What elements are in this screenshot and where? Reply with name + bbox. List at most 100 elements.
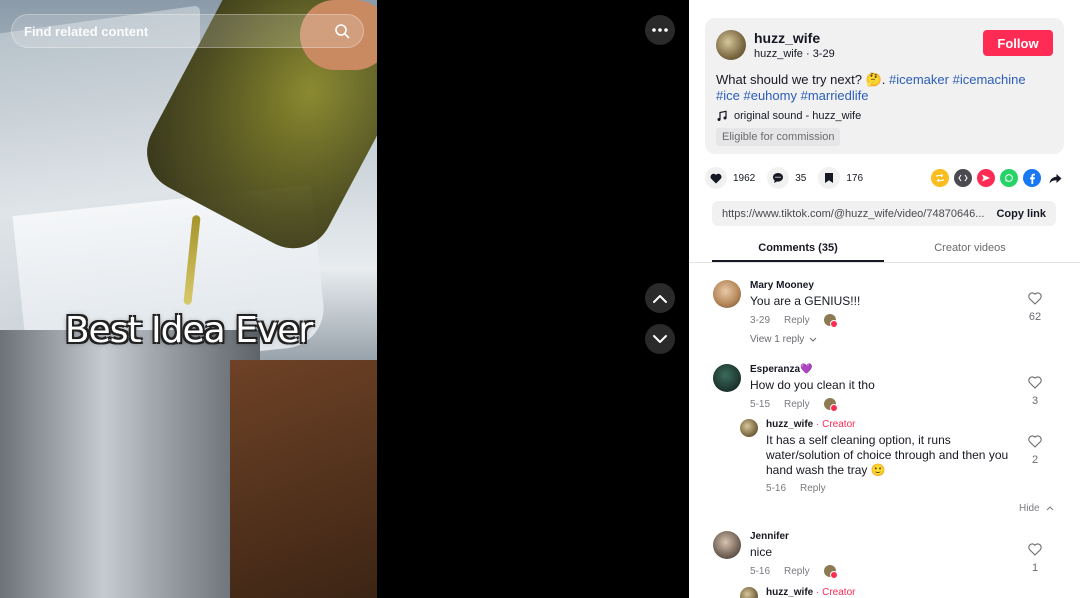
tab-comments[interactable]: Comments (35) (712, 235, 884, 262)
comment-body: Esperanza💜 How do you clean it tho 5-15 … (750, 364, 1035, 412)
creator-liked-avatar (823, 314, 838, 328)
comment-like[interactable]: 3 (1025, 376, 1045, 407)
comment-date: 5-16 (750, 565, 771, 577)
heart-outline-icon (1028, 435, 1042, 448)
share-link-row: https://www.tiktok.com/@huzz_wife/video/… (712, 201, 1056, 226)
view-replies-button[interactable]: View 1 reply (750, 334, 1035, 345)
creator-liked-avatar (823, 565, 838, 579)
comment-author[interactable]: Jennifer (750, 531, 1035, 542)
chevron-down-icon (653, 334, 667, 343)
comment-action[interactable]: 35 (767, 167, 806, 189)
sound-row[interactable]: original sound - huzz_wife (716, 110, 1053, 122)
previous-video-button[interactable] (645, 283, 675, 313)
comment-count: 35 (795, 172, 807, 184)
creator-tag: · Creator (816, 587, 856, 598)
tiktok-video-page: Best Idea Ever huzz_wife huzz_wife · 3-2… (0, 0, 1080, 598)
description-text: What should we try next? 🤔. (716, 72, 886, 87)
reply-body: huzz_wife · Creator It has a self cleani… (766, 419, 1016, 494)
details-panel: huzz_wife huzz_wife · 3-29 Follow What s… (689, 0, 1080, 598)
author-handle-date: huzz_wife · 3-29 (754, 48, 835, 60)
hashtag-icemachine[interactable]: #icemachine (953, 72, 1026, 87)
video-overlay-text: Best Idea Ever (64, 310, 313, 351)
creator-liked-avatar (823, 398, 838, 412)
share-arrow-icon[interactable] (1046, 169, 1064, 187)
search-icon[interactable] (333, 22, 351, 40)
heart-icon[interactable] (705, 167, 727, 189)
author-row: huzz_wife huzz_wife · 3-29 Follow (716, 30, 1053, 60)
follow-button[interactable]: Follow (983, 30, 1053, 56)
send-to-friends-icon[interactable] (977, 169, 995, 187)
post-description: What should we try next? 🤔. #icemaker #i… (716, 72, 1053, 104)
comment-text: You are a GENIUS!!! (750, 294, 861, 308)
comment-meta: 5-15 Reply (750, 398, 1035, 412)
author-avatar[interactable] (716, 30, 746, 60)
reply-button[interactable]: Reply (784, 566, 810, 577)
share-link-text[interactable]: https://www.tiktok.com/@huzz_wife/video/… (722, 208, 984, 220)
comment-avatar[interactable] (713, 531, 741, 559)
comment-text: How do you clean it tho (750, 378, 875, 392)
post-info-card: huzz_wife huzz_wife · 3-29 Follow What s… (705, 18, 1064, 154)
video-area: Best Idea Ever (0, 0, 689, 598)
reply-button[interactable]: Reply (784, 399, 810, 410)
video-player[interactable]: Best Idea Ever (0, 0, 377, 598)
comment-avatar[interactable] (713, 280, 741, 308)
hashtag-icemaker[interactable]: #icemaker (889, 72, 949, 87)
hashtag-marriedlife[interactable]: #marriedlife (801, 88, 869, 103)
chevron-up-icon (653, 294, 667, 303)
comment-like[interactable]: 1 (1025, 543, 1045, 574)
comment-meta: 3-29 Reply (750, 314, 1035, 328)
reply-text: It has a self cleaning option, it runs w… (766, 433, 1009, 477)
embed-icon[interactable] (954, 169, 972, 187)
sound-name[interactable]: original sound - huzz_wife (734, 110, 861, 122)
reply-author[interactable]: huzz_wife (766, 419, 813, 430)
reply-avatar[interactable] (740, 587, 758, 598)
comment-date: 3-29 (750, 314, 771, 326)
search-input[interactable] (24, 23, 333, 39)
reply-like-count: 2 (1031, 454, 1039, 466)
like-action[interactable]: 1962 (705, 167, 755, 189)
repost-icon[interactable] (931, 169, 949, 187)
video-frame-counter (230, 360, 377, 598)
hide-replies-button[interactable]: Hide (1019, 503, 1054, 514)
creator-tag: · Creator (816, 419, 856, 430)
reply-avatar[interactable] (740, 419, 758, 437)
reply-author[interactable]: huzz_wife (766, 587, 813, 598)
tab-creator-videos[interactable]: Creator videos (884, 235, 1056, 262)
comment-like[interactable]: 62 (1025, 292, 1045, 323)
chevron-down-icon (809, 337, 817, 342)
reply-date: 5-16 (766, 483, 787, 494)
reply-button[interactable]: Reply (784, 315, 810, 326)
save-count: 176 (846, 172, 864, 184)
search-bar[interactable] (11, 14, 364, 48)
hashtag-ice[interactable]: #ice (716, 88, 740, 103)
next-video-button[interactable] (645, 324, 675, 354)
commission-badge: Eligible for commission (716, 128, 841, 146)
comment-date: 5-15 (750, 398, 771, 410)
reply-like[interactable]: 2 (1025, 435, 1045, 466)
comment-author[interactable]: Esperanza💜 (750, 364, 1035, 375)
comment-like-count: 1 (1031, 562, 1039, 574)
ellipsis-icon (652, 28, 668, 32)
author-meta: huzz_wife huzz_wife · 3-29 (754, 30, 835, 60)
comment-avatar[interactable] (713, 364, 741, 392)
hashtag-euhomy[interactable]: #euhomy (743, 88, 796, 103)
heart-outline-icon (1028, 543, 1042, 556)
comment-meta: 5-16 Reply (750, 565, 1035, 579)
view-replies-label[interactable]: View 1 reply (750, 334, 804, 345)
reply-author-row: huzz_wife · Creator (766, 587, 1016, 598)
whatsapp-icon[interactable] (1000, 169, 1018, 187)
music-note-icon (717, 110, 727, 121)
video-frame-steel (0, 330, 260, 598)
bookmark-icon[interactable] (818, 167, 841, 189)
reply-button[interactable]: Reply (800, 483, 826, 494)
save-action[interactable]: 176 (818, 167, 863, 189)
facebook-icon[interactable] (1023, 169, 1041, 187)
panel-tabs: Comments (35) Creator videos (689, 235, 1080, 263)
hide-label[interactable]: Hide (1019, 503, 1040, 514)
copy-link-button[interactable]: Copy link (996, 208, 1046, 220)
comment-icon[interactable] (767, 167, 790, 189)
author-name[interactable]: huzz_wife (754, 30, 835, 46)
comment-author[interactable]: Mary Mooney (750, 280, 1035, 291)
more-options-button[interactable] (645, 15, 675, 45)
reply-meta: 5-16 Reply (766, 483, 1016, 494)
